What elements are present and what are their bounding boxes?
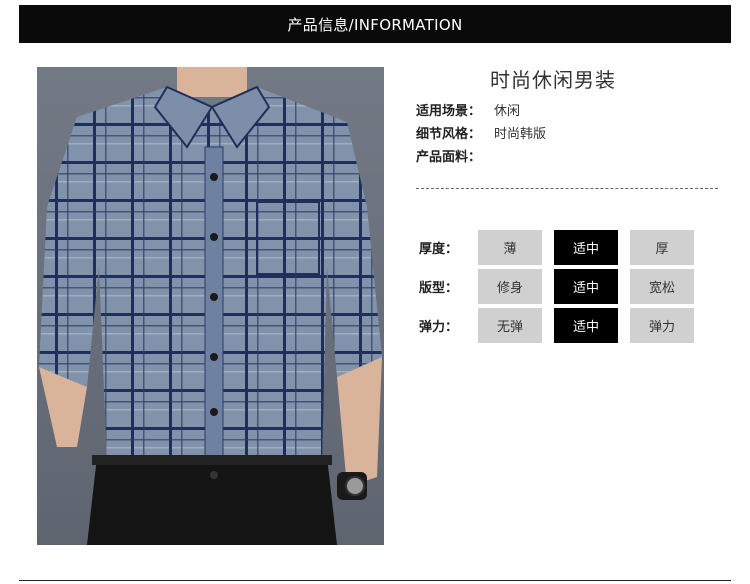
attribute-option-selected: 适中 [554, 269, 618, 304]
info-value: 时尚韩版 [494, 127, 547, 142]
attribute-option-selected: 适中 [554, 230, 618, 265]
section-header-title: 产品信息/INFORMATION [287, 15, 463, 34]
attribute-row-elasticity: 弹力： 无弹 适中 弹力 [419, 306, 706, 345]
info-row-fabric: 产品面料： [416, 146, 546, 169]
attribute-option: 无弹 [478, 308, 542, 343]
product-photo [37, 67, 384, 545]
bottom-divider [19, 580, 731, 581]
dashed-divider [416, 188, 718, 189]
attribute-row-fit: 版型： 修身 适中 宽松 [419, 267, 706, 306]
attribute-option: 修身 [478, 269, 542, 304]
attribute-label: 版型： [419, 281, 459, 296]
attribute-label: 弹力： [419, 320, 459, 335]
info-row-style: 细节风格： 时尚韩版 [416, 123, 546, 146]
attribute-option: 弹力 [630, 308, 694, 343]
attribute-row-thickness: 厚度： 薄 适中 厚 [419, 228, 706, 267]
attribute-option: 宽松 [630, 269, 694, 304]
info-label: 适用场景： [416, 104, 482, 119]
product-info-list: 适用场景： 休闲 细节风格： 时尚韩版 产品面料： [416, 100, 546, 169]
info-row-scenario: 适用场景： 休闲 [416, 100, 546, 123]
info-label: 产品面料： [416, 150, 482, 165]
attribute-label: 厚度： [419, 242, 459, 257]
attribute-option-selected: 适中 [554, 308, 618, 343]
attribute-option: 厚 [630, 230, 694, 265]
shirt-illustration [39, 67, 382, 545]
info-label: 细节风格： [416, 127, 482, 142]
section-header: 产品信息/INFORMATION [19, 5, 731, 43]
product-title: 时尚休闲男装 [490, 68, 616, 92]
attribute-grid: 厚度： 薄 适中 厚 版型： 修身 适中 宽松 弹力： 无弹 适中 弹力 [419, 228, 706, 345]
info-value: 休闲 [494, 104, 521, 119]
attribute-option: 薄 [478, 230, 542, 265]
